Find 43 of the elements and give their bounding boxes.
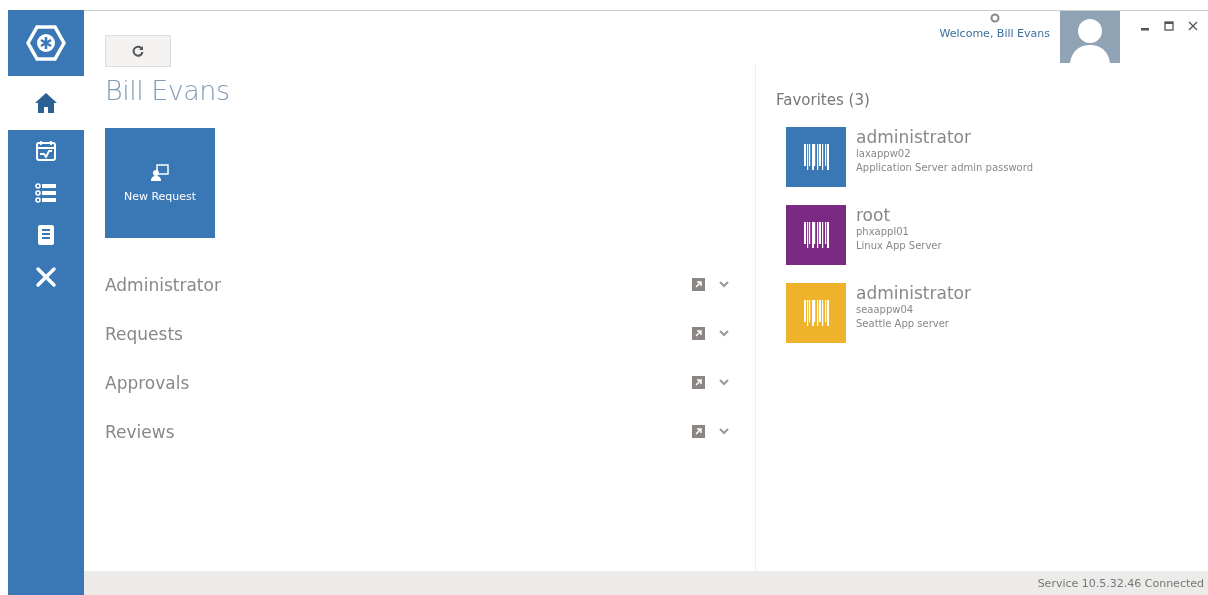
maximize-icon[interactable]: [1164, 19, 1174, 33]
section-label[interactable]: Requests: [105, 323, 692, 344]
favorite-description: Application Server admin password: [856, 161, 1033, 175]
favorite-description: Seattle App server: [856, 317, 950, 331]
favorite-tile[interactable]: [786, 127, 846, 187]
status-bar: Service 10.5.32.46 Connected: [84, 571, 1208, 595]
avatar-silhouette[interactable]: [1060, 11, 1120, 63]
settings-icon[interactable]: [989, 13, 1000, 23]
favorites-heading: Favorites (3): [776, 91, 871, 109]
chevron-down-icon[interactable]: [719, 330, 729, 337]
favorite-description: Linux App Server: [856, 239, 942, 253]
page-title: Bill Evans: [105, 75, 231, 106]
barcode-icon: [803, 222, 829, 248]
favorite-name[interactable]: administrator: [856, 283, 971, 303]
barcode-icon: [803, 144, 829, 170]
open-arrow-icon[interactable]: [692, 327, 705, 340]
section-label[interactable]: Reviews: [105, 421, 692, 442]
open-arrow-icon[interactable]: [692, 376, 705, 389]
list-icon: [35, 182, 57, 204]
barcode-icon: [803, 300, 829, 326]
favorite-name[interactable]: administrator: [856, 127, 1033, 147]
open-arrow-icon[interactable]: [692, 425, 705, 438]
favorite-name[interactable]: root: [856, 205, 942, 225]
calendar-icon: [35, 140, 57, 162]
close-icon[interactable]: [1188, 19, 1198, 33]
favorite-host: phxappl01: [856, 225, 910, 239]
refresh-button[interactable]: [105, 35, 171, 67]
favorite-host: laxappw02: [856, 147, 912, 161]
new-request-tile[interactable]: New Request: [105, 128, 215, 238]
open-arrow-icon[interactable]: [692, 278, 705, 291]
favorite-host: seaappw04: [856, 303, 915, 317]
person-chat-icon: [151, 163, 169, 182]
favorite-tile[interactable]: [786, 283, 846, 343]
welcome-text: Welcome, Bill Evans: [939, 27, 1050, 40]
chevron-down-icon[interactable]: [719, 428, 729, 435]
chevron-down-icon[interactable]: [719, 379, 729, 386]
home-icon: [34, 92, 58, 114]
favorite-tile[interactable]: [786, 205, 846, 265]
section-label[interactable]: Approvals: [105, 372, 692, 393]
section-label[interactable]: Administrator: [105, 274, 692, 295]
refresh-icon: [132, 45, 144, 57]
chevron-down-icon[interactable]: [719, 281, 729, 288]
document-icon: [37, 224, 55, 246]
